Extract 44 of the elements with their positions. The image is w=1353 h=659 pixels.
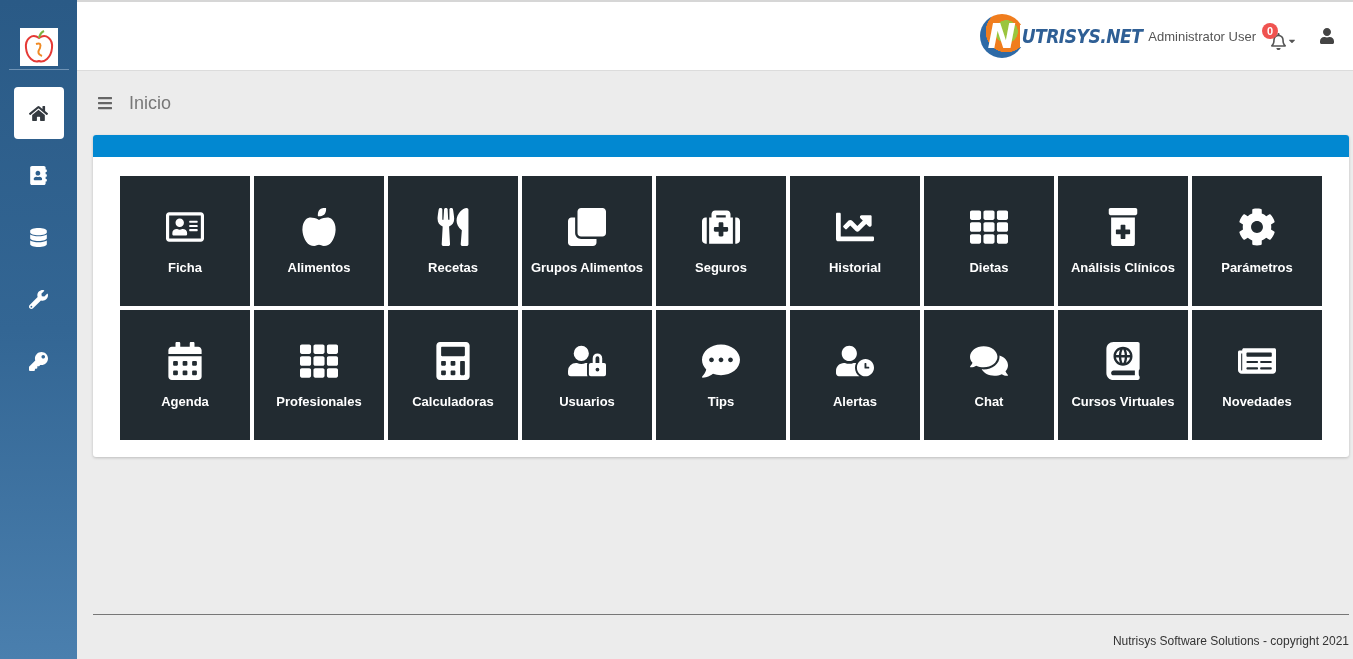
menu-toggle-button[interactable]: [97, 95, 113, 111]
module-tile[interactable]: Alertas: [790, 310, 920, 440]
database-icon: [29, 227, 48, 247]
contact-book-icon: [29, 165, 48, 185]
sidebar-nav-button[interactable]: [13, 87, 64, 139]
user-menu-button[interactable]: [1319, 28, 1335, 44]
brand-name: UTRISYS.NET: [1019, 25, 1143, 47]
menu-icon: [97, 95, 113, 111]
key-icon: [29, 351, 48, 371]
stacked-squares-icon: [568, 207, 606, 246]
grid-icon: [300, 341, 338, 380]
module-tile[interactable]: Alimentos: [254, 176, 384, 306]
notification-count: 0: [1262, 22, 1278, 39]
app-logo: [19, 28, 58, 66]
wrench-icon: [29, 289, 48, 309]
module-tile[interactable]: Novedades: [1192, 310, 1322, 440]
apple-icon: [300, 207, 338, 246]
grid-icon: [970, 207, 1008, 246]
module-tile[interactable]: Historial: [790, 176, 920, 306]
module-tile[interactable]: Seguros: [656, 176, 786, 306]
module-tile[interactable]: Tips: [656, 310, 786, 440]
module-tile[interactable]: Usuarios: [522, 310, 652, 440]
home-icon: [29, 103, 48, 123]
module-tile[interactable]: Grupos Alimentos: [522, 176, 652, 306]
module-tile[interactable]: Agenda: [120, 310, 250, 440]
module-tile[interactable]: Parámetros: [1192, 176, 1322, 306]
page-title: Inicio: [129, 92, 172, 114]
globe-book-icon: [1104, 341, 1142, 380]
module-tile[interactable]: Análisis Clínicos: [1058, 176, 1188, 306]
module-tile[interactable]: Profesionales: [254, 310, 384, 440]
module-tile[interactable]: Calculadoras: [388, 310, 518, 440]
speech-bubble-icon: [702, 341, 740, 380]
module-tile[interactable]: Recetas: [388, 176, 518, 306]
module-tile[interactable]: Cursos Virtuales: [1058, 310, 1188, 440]
module-tile[interactable]: Dietas: [924, 176, 1054, 306]
module-tile[interactable]: Ficha: [120, 176, 250, 306]
calendar-icon: [166, 341, 204, 380]
gear-icon: [1238, 207, 1276, 246]
copyright-text: Nutrisys Software Solutions - copyright 2021: [1112, 633, 1349, 648]
calculator-icon: [434, 341, 472, 380]
user-name: Administrator User: [1148, 28, 1256, 44]
user-icon: [1319, 28, 1335, 44]
medical-kit-icon: [702, 207, 740, 246]
module-tile[interactable]: Chat: [924, 310, 1054, 440]
